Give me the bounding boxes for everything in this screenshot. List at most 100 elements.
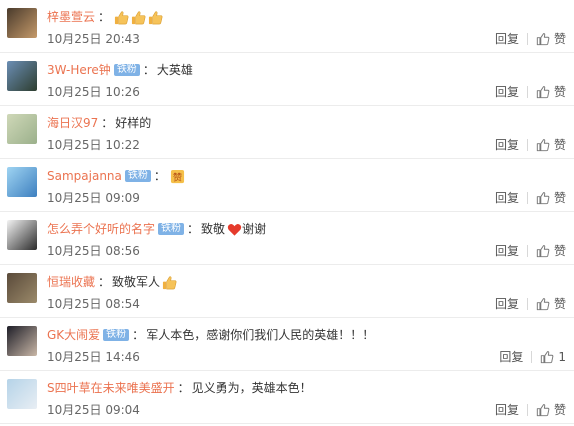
comment-line: 梓墨萱云： [47,8,163,26]
fan-badge[interactable]: 铁粉 [113,64,140,76]
comment-timestamp: 10月25日 10:22 [47,138,140,152]
action-divider [526,138,528,151]
action-divider [526,403,528,416]
action-divider [526,297,528,310]
like-label: 1 [558,349,566,364]
comment-line: 恒瑞收藏：致敬军人 [47,273,177,291]
comment-actions: 回复 赞 [495,136,566,153]
like-label: 赞 [553,244,566,258]
reply-button[interactable]: 回复 [495,136,519,153]
action-divider [526,244,528,257]
username-link[interactable]: 恒瑞收藏 [47,273,95,291]
reply-button[interactable]: 回复 [495,83,519,100]
reply-button[interactable]: 回复 [495,295,519,312]
username-link[interactable]: S四叶草在未来唯美盛开 [47,379,175,397]
thumbs-up-outline-icon [536,85,554,99]
username-link[interactable]: 3W-Here钟 [47,61,111,79]
username-link[interactable]: 梓墨萱云 [47,8,95,26]
colon-separator: ： [101,116,114,130]
comment-text: 军人本色，感谢你们我们人民的英雄！！！ [146,328,375,342]
username-link[interactable]: Sampajanna [47,167,122,185]
comment-list: 梓墨萱云： 10月25日 20:43 回复赞 3W-Here钟 铁粉：大英雄 10月25日… [0,0,574,426]
reply-button[interactable]: 回复 [499,348,523,365]
like-label: 赞 [553,32,566,46]
colon-separator: ： [187,222,200,236]
like-label: 赞 [553,138,566,152]
colon-separator: ： [132,328,145,342]
comment-timestamp: 10月25日 14:46 [47,350,140,364]
fan-badge[interactable]: 铁粉 [158,223,185,235]
thumbs-up-icon [148,10,163,25]
colon-separator: ： [142,63,155,77]
action-divider [526,191,528,204]
avatar[interactable] [7,167,37,197]
action-divider [531,350,533,363]
username-link[interactable]: 怎么弄个好听的名字 [47,220,155,238]
like-button[interactable]: 1 [540,350,566,364]
fan-badge[interactable]: 铁粉 [103,329,130,341]
like-button[interactable]: 赞 [536,401,566,418]
comment-timestamp: 10月25日 20:43 [47,32,140,46]
heart-icon [227,222,242,237]
avatar[interactable] [7,61,37,91]
username-link[interactable]: 海日汉97 [47,114,98,132]
comment-actions: 回复 赞 [495,242,566,259]
comment-text-suffix: 谢谢 [242,222,267,236]
avatar[interactable] [7,273,37,303]
thumbs-up-outline-icon [540,350,558,364]
like-button[interactable]: 赞 [536,295,566,312]
avatar[interactable] [7,379,37,409]
like-label: 赞 [553,297,566,311]
thumbs-up-icon [131,10,146,25]
comment-row: 3W-Here钟 铁粉：大英雄 10月25日 10:26 回复 赞 [0,53,574,106]
username-link[interactable]: GK大闹爱 [47,326,100,344]
comment-timestamp: 10月25日 08:56 [47,244,140,258]
like-button[interactable]: 赞 [536,30,566,47]
comment-line: S四叶草在未来唯美盛开：见义勇为，英雄本色！ [47,379,312,397]
comment-row: 海日汉97：好样的 10月25日 10:22 回复 赞 [0,106,574,159]
comment-actions: 回复 赞 [495,189,566,206]
comment-line: 海日汉97：好样的 [47,114,151,132]
action-divider [526,32,528,45]
avatar[interactable] [7,220,37,250]
avatar[interactable] [7,8,37,38]
comment-actions: 回复 1 [499,348,566,365]
reply-button[interactable]: 回复 [495,401,519,418]
thumbs-up-outline-icon [536,138,554,152]
thumbs-up-outline-icon [536,191,554,205]
comment-timestamp: 10月25日 10:26 [47,85,140,99]
thumbs-up-outline-icon [536,32,554,46]
avatar[interactable] [7,326,37,356]
like-button[interactable]: 赞 [536,83,566,100]
comment-timestamp: 10月25日 08:54 [47,297,140,311]
like-button[interactable]: 赞 [536,242,566,259]
colon-separator: ： [153,169,166,183]
comment-timestamp: 10月25日 09:04 [47,403,140,417]
like-button[interactable]: 赞 [536,136,566,153]
svg-text:赞: 赞 [173,171,182,183]
comment-row: Sampajanna 铁粉： 赞 10月25日 09:09 回复 赞 [0,159,574,212]
comment-actions: 回复 赞 [495,401,566,418]
action-divider [526,85,528,98]
comment-line: 3W-Here钟 铁粉：大英雄 [47,61,193,79]
zan-icon: 赞 [170,169,185,184]
avatar[interactable] [7,114,37,144]
reply-button[interactable]: 回复 [495,189,519,206]
reply-button[interactable]: 回复 [495,30,519,47]
comment-row: 恒瑞收藏：致敬军人 10月25日 08:54 回复 赞 [0,265,574,318]
comment-row: 梓墨萱云： 10月25日 20:43 回复 赞 [0,0,574,53]
like-label: 赞 [553,191,566,205]
comment-text: 致敬军人 [112,275,161,289]
comment-row: GK大闹爱 铁粉：军人本色，感谢你们我们人民的英雄！！！ 10月25日 14:46 回… [0,318,574,371]
comment-line: Sampajanna 铁粉： 赞 [47,167,185,185]
thumbs-up-outline-icon [536,244,554,258]
fan-badge[interactable]: 铁粉 [124,170,151,182]
like-label: 赞 [553,85,566,99]
comment-text: 好样的 [115,116,152,130]
comment-actions: 回复 赞 [495,295,566,312]
comment-text: 大英雄 [156,63,193,77]
reply-button[interactable]: 回复 [495,242,519,259]
thumbs-up-icon [114,10,129,25]
comment-text: 见义勇为，英雄本色！ [191,381,312,395]
like-button[interactable]: 赞 [536,189,566,206]
